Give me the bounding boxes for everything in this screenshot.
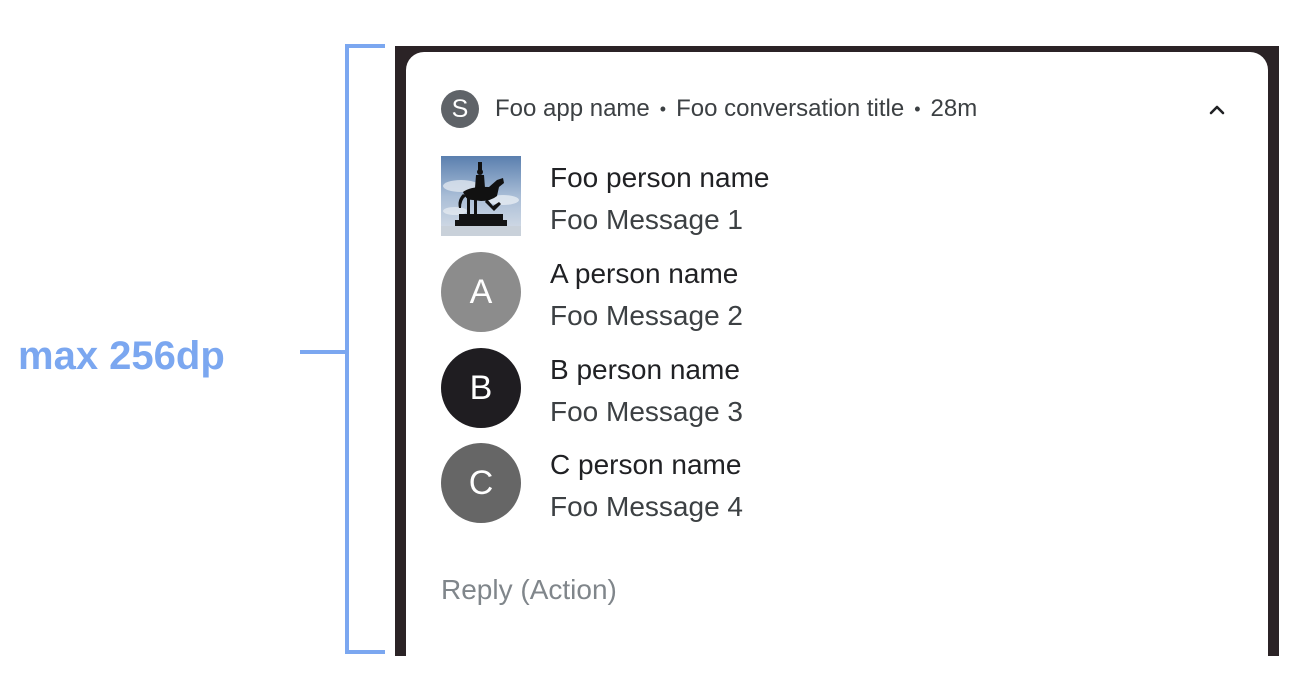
message-text: Foo Message 2 [550, 300, 743, 331]
header-separator: • [659, 98, 667, 119]
message-row: A A person name Foo Message 2 [441, 252, 1221, 334]
conversation-title: Foo conversation title [676, 95, 905, 122]
notification-header: S Foo app name • Foo conversation title … [441, 89, 1241, 129]
header-separator: • [914, 98, 921, 119]
message-text: Foo Message 3 [550, 396, 743, 427]
app-badge-icon: S [441, 90, 479, 128]
message-row: B B person name Foo Message 3 [441, 348, 1221, 430]
sender-name: B person name [550, 354, 740, 385]
sender-name: A person name [550, 258, 739, 289]
message-text: Foo Message 4 [550, 491, 743, 522]
max-height-annotation-label: max 256dp [18, 334, 225, 378]
chevron-up-icon[interactable] [1203, 96, 1231, 124]
sender-name: C person name [550, 449, 742, 480]
header-text: Foo app name • Foo conversation title • … [495, 95, 977, 123]
conversation-notification-card[interactable]: S Foo app name • Foo conversation title … [406, 52, 1268, 656]
avatar: C [441, 443, 521, 523]
message-row: C C person name Foo Message 4 [441, 443, 1221, 525]
message-text: Foo Message 1 [550, 204, 743, 235]
app-name: Foo app name [495, 95, 650, 122]
message-row: Foo person name Foo Message 1 [441, 156, 1221, 238]
statue-photo-avatar [441, 156, 521, 236]
annotation-connector-line [300, 350, 347, 354]
avatar: B [441, 348, 521, 428]
reply-action-button[interactable]: Reply (Action) [441, 574, 617, 606]
annotation-bracket [345, 44, 385, 654]
avatar: A [441, 252, 521, 332]
sender-name: Foo person name [550, 162, 770, 193]
notification-time: 28m [930, 95, 978, 122]
